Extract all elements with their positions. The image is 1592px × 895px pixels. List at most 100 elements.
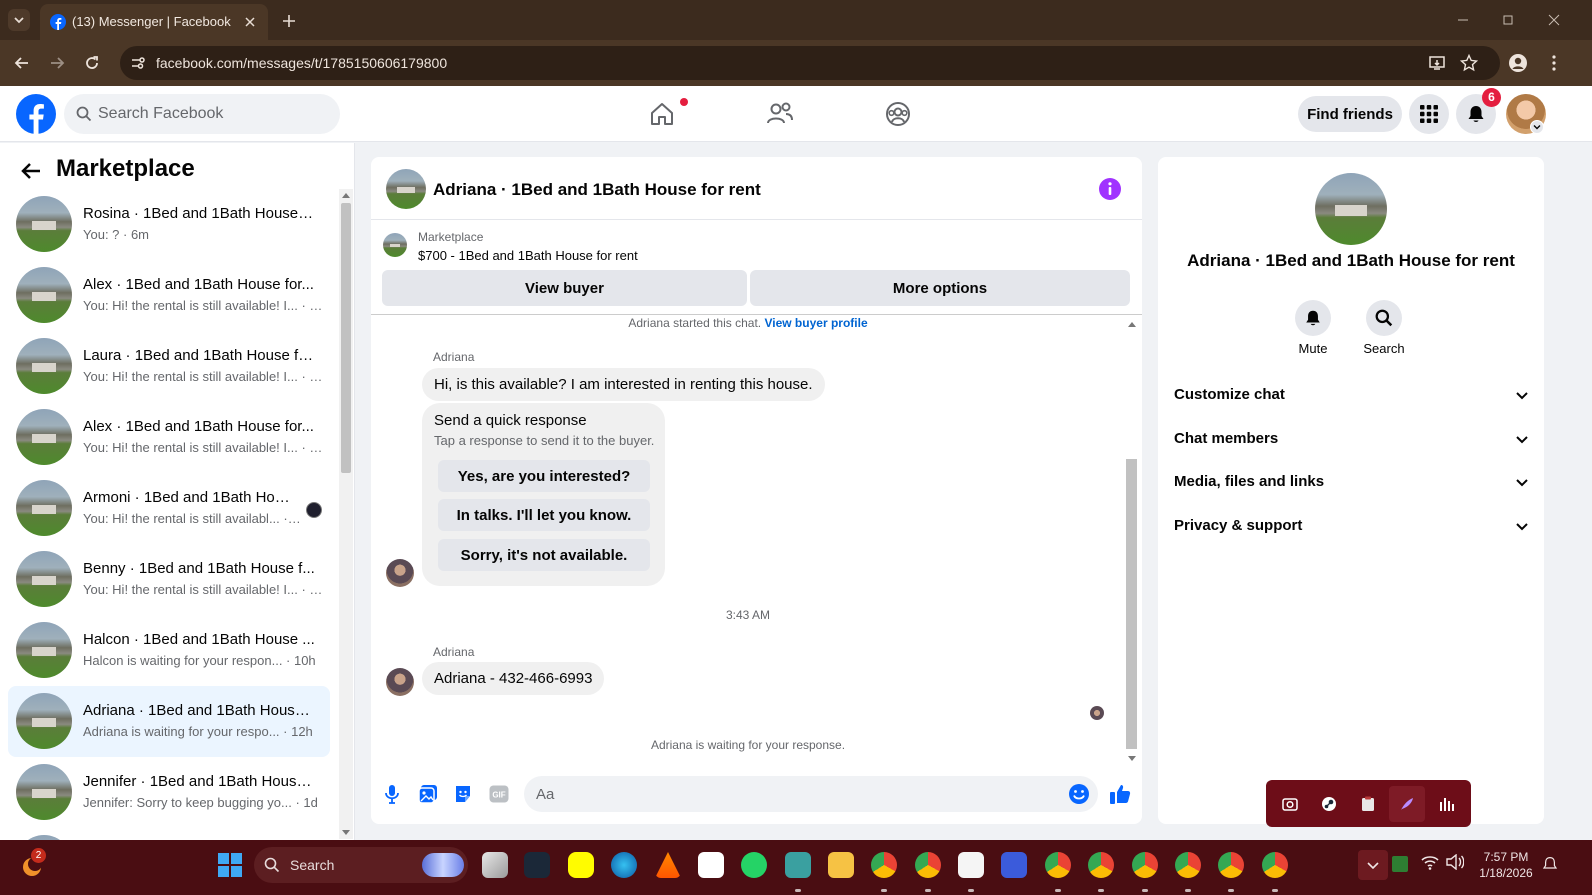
message-input[interactable] bbox=[536, 776, 1056, 812]
steam-icon[interactable] bbox=[1319, 794, 1339, 814]
conversation-item[interactable]: Laura · 1Bed and 1Bath House fo... You: … bbox=[8, 331, 330, 402]
site-info-icon[interactable] bbox=[130, 55, 146, 71]
facebook-search-input[interactable] bbox=[98, 94, 328, 134]
emoji-icon[interactable] bbox=[1068, 783, 1090, 805]
windows-start-icon[interactable] bbox=[218, 853, 242, 877]
chevron-down-icon[interactable] bbox=[1530, 120, 1544, 134]
profile-icon[interactable] bbox=[1506, 51, 1530, 75]
more-options-button[interactable]: More options bbox=[750, 270, 1130, 306]
tab-dropdown-icon[interactable] bbox=[8, 9, 30, 31]
terminal-app-icon[interactable] bbox=[785, 852, 811, 878]
browser-tab[interactable]: (13) Messenger | Facebook bbox=[40, 4, 268, 40]
message-bubble[interactable]: Adriana - 432-466-6993 bbox=[422, 662, 605, 695]
microsoft-store-icon[interactable] bbox=[698, 852, 724, 878]
conversation-item[interactable]: Halcon · 1Bed and 1Bath House ... Halcon… bbox=[8, 615, 330, 686]
quick-response-not-available-button[interactable]: Sorry, it's not available. bbox=[438, 539, 650, 571]
menu-grid-icon[interactable] bbox=[1409, 94, 1449, 134]
conversation-item-active[interactable]: Adriana · 1Bed and 1Bath House... Adrian… bbox=[8, 686, 330, 757]
wifi-icon[interactable] bbox=[1421, 854, 1439, 870]
minimize-window-icon[interactable] bbox=[1452, 9, 1474, 31]
view-buyer-profile-link[interactable]: View buyer profile bbox=[764, 316, 867, 330]
close-window-icon[interactable] bbox=[1543, 9, 1565, 31]
media-files-links-row[interactable]: Media, files and links bbox=[1158, 460, 1544, 504]
steam-taskbar-icon[interactable] bbox=[524, 852, 550, 878]
sidebar-scrollbar[interactable] bbox=[339, 189, 353, 839]
chevron-up-icon[interactable] bbox=[1358, 850, 1388, 880]
new-tab-icon[interactable] bbox=[277, 9, 301, 33]
quick-response-in-talks-button[interactable]: In talks. I'll let you know. bbox=[438, 499, 650, 531]
find-friends-button[interactable]: Find friends bbox=[1298, 96, 1402, 132]
bookmark-star-icon[interactable] bbox=[1457, 51, 1481, 75]
notification-center-icon[interactable] bbox=[1542, 855, 1558, 873]
message-scrollbar[interactable] bbox=[1125, 319, 1138, 764]
task-view-icon[interactable] bbox=[482, 852, 508, 878]
gif-icon[interactable]: GIF bbox=[488, 783, 510, 805]
forward-icon[interactable] bbox=[45, 51, 69, 75]
conversation-item[interactable]: Armoni · 1Bed and 1Bath Hou... You: Hi! … bbox=[8, 473, 330, 544]
chat-members-row[interactable]: Chat members bbox=[1158, 417, 1544, 461]
tray-app-icon[interactable] bbox=[1392, 856, 1408, 872]
customize-chat-row[interactable]: Customize chat bbox=[1158, 373, 1544, 417]
chrome-icon[interactable] bbox=[915, 852, 941, 878]
sender-avatar[interactable] bbox=[386, 668, 414, 696]
chrome-icon[interactable] bbox=[1262, 852, 1288, 878]
restore-window-icon[interactable] bbox=[1497, 9, 1519, 31]
microphone-icon[interactable] bbox=[381, 783, 403, 805]
privacy-support-row[interactable]: Privacy & support bbox=[1158, 504, 1544, 548]
app-icon[interactable] bbox=[958, 852, 984, 878]
chrome-icon[interactable] bbox=[871, 852, 897, 878]
sender-avatar[interactable] bbox=[386, 559, 414, 587]
snapchat-icon[interactable] bbox=[568, 852, 594, 878]
back-arrow-icon[interactable] bbox=[20, 160, 42, 182]
conversation-item[interactable]: Alex · 1Bed and 1Bath House for... You: … bbox=[8, 260, 330, 331]
edge-icon[interactable] bbox=[611, 852, 637, 878]
chat-title[interactable]: Adriana · 1Bed and 1Bath House for rent bbox=[433, 180, 761, 200]
groups-icon[interactable] bbox=[882, 98, 914, 130]
friends-icon[interactable] bbox=[764, 98, 796, 130]
close-tab-icon[interactable] bbox=[240, 12, 260, 32]
facebook-search[interactable] bbox=[64, 94, 340, 134]
mute-button[interactable]: Mute bbox=[1278, 300, 1348, 356]
taskbar-search[interactable]: Search bbox=[254, 847, 468, 883]
thumbs-up-icon[interactable] bbox=[1108, 782, 1132, 806]
scrollbar-thumb[interactable] bbox=[341, 203, 351, 473]
conversation-item[interactable]: Rosina · 1Bed and 1Bath House f... You: … bbox=[8, 189, 330, 260]
reload-icon[interactable] bbox=[80, 51, 104, 75]
chrome-icon[interactable] bbox=[1218, 852, 1244, 878]
taskbar-clock[interactable]: 7:57 PM 1/18/2026 bbox=[1478, 849, 1534, 881]
conversation-item[interactable]: Jennifer · 1Bed and 1Bath House... Jenni… bbox=[8, 757, 330, 828]
chrome-icon[interactable] bbox=[1132, 852, 1158, 878]
vlc-icon[interactable] bbox=[655, 852, 681, 878]
install-app-icon[interactable] bbox=[1425, 51, 1449, 75]
camera-app-icon[interactable] bbox=[1280, 794, 1300, 814]
conversation-item[interactable]: Benny · 1Bed and 1Bath House f... You: H… bbox=[8, 544, 330, 615]
quick-response-yes-button[interactable]: Yes, are you interested? bbox=[438, 460, 650, 492]
feather-app-icon[interactable] bbox=[1397, 794, 1417, 814]
facebook-logo-icon[interactable] bbox=[16, 94, 56, 134]
listing-price[interactable]: $700 - 1Bed and 1Bath House for rent bbox=[418, 248, 638, 263]
address-bar[interactable]: facebook.com/messages/t/1785150606179800 bbox=[120, 46, 1500, 80]
file-explorer-icon[interactable] bbox=[828, 852, 854, 878]
menu-icon[interactable] bbox=[1542, 51, 1566, 75]
row-label: Customize chat bbox=[1174, 386, 1285, 403]
chrome-icon[interactable] bbox=[1045, 852, 1071, 878]
sticker-icon[interactable] bbox=[452, 783, 474, 805]
audio-levels-icon[interactable] bbox=[1437, 794, 1457, 814]
photo-icon[interactable] bbox=[417, 783, 439, 805]
whatsapp-icon[interactable] bbox=[741, 852, 767, 878]
chrome-icon[interactable] bbox=[1088, 852, 1114, 878]
chat-avatar[interactable] bbox=[386, 169, 426, 209]
info-icon[interactable] bbox=[1098, 177, 1122, 201]
view-buyer-button[interactable]: View buyer bbox=[382, 270, 747, 306]
home-icon[interactable] bbox=[646, 98, 678, 130]
message-bubble[interactable]: Hi, is this available? I am interested i… bbox=[422, 368, 825, 401]
scrollbar-thumb[interactable] bbox=[1126, 459, 1137, 749]
clipboard-app-icon[interactable] bbox=[1358, 794, 1378, 814]
volume-icon[interactable] bbox=[1446, 854, 1464, 870]
conversation-item[interactable]: Alex · 1Bed and 1Bath House for... You: … bbox=[8, 402, 330, 473]
search-in-chat-button[interactable]: Search bbox=[1349, 300, 1419, 356]
app-icon[interactable] bbox=[1001, 852, 1027, 878]
conversation-item[interactable] bbox=[8, 828, 330, 840]
back-icon[interactable] bbox=[10, 51, 34, 75]
chrome-icon[interactable] bbox=[1175, 852, 1201, 878]
